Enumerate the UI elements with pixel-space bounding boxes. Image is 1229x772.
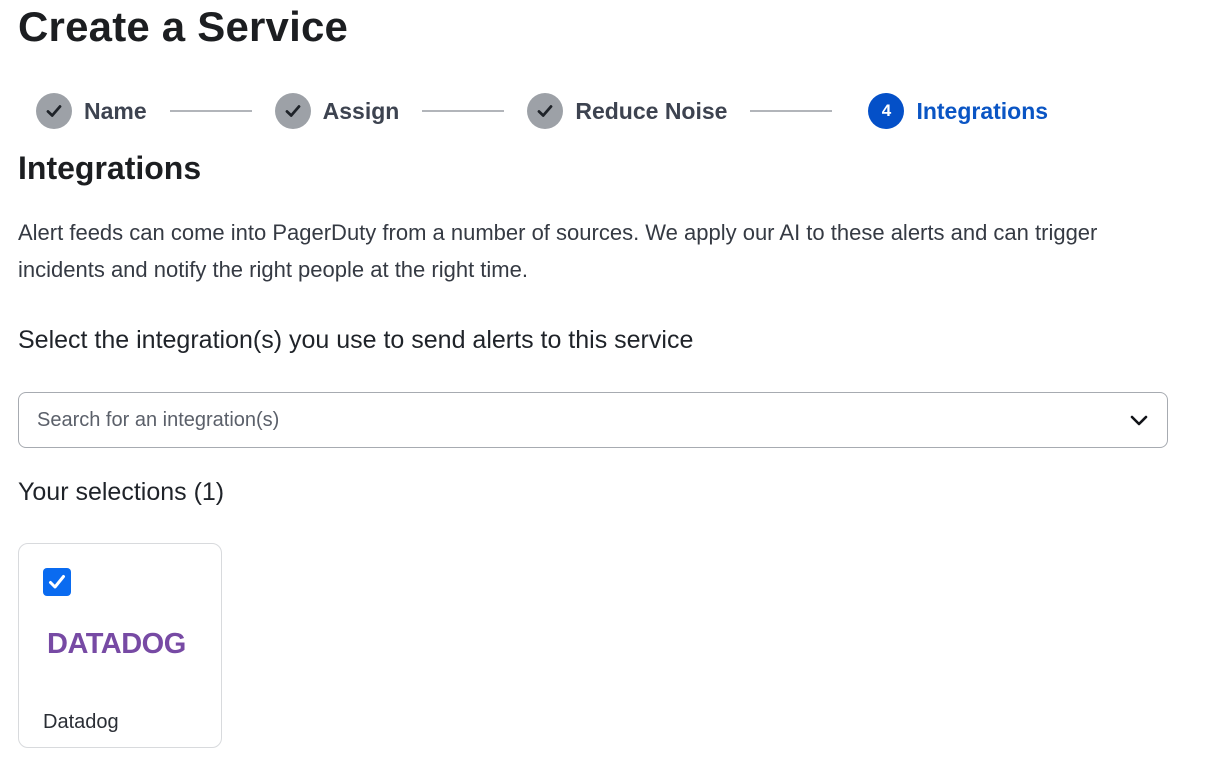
step-assign[interactable]: Assign <box>274 93 400 129</box>
integration-card-datadog[interactable]: DATADOG Datadog <box>18 543 222 748</box>
step-number-badge: 4 <box>868 93 905 129</box>
step-connector <box>169 110 252 112</box>
step-label: Reduce Noise <box>575 97 728 124</box>
integration-search-input[interactable] <box>19 393 1111 447</box>
selections-heading: Your selections (1) <box>18 478 225 506</box>
chevron-down-icon[interactable] <box>1111 392 1167 448</box>
step-label: Integrations <box>916 97 1049 124</box>
create-service-page: Create a Service Name Assign Reduce Nois… <box>0 0 1229 772</box>
step-connector <box>422 110 505 112</box>
datadog-logo: DATADOG <box>47 628 186 660</box>
page-title: Create a Service <box>18 3 349 50</box>
step-complete-check-icon <box>527 93 564 129</box>
step-label: Assign <box>322 97 400 124</box>
integration-search-combobox[interactable] <box>18 392 1168 448</box>
step-name[interactable]: Name <box>36 93 147 129</box>
section-title: Integrations <box>18 150 202 186</box>
section-description: Alert feeds can come into PagerDuty from… <box>18 220 1098 282</box>
step-label: Name <box>84 97 147 124</box>
step-complete-check-icon <box>36 93 72 129</box>
step-connector <box>750 110 833 112</box>
step-reduce-noise[interactable]: Reduce Noise <box>527 93 727 129</box>
step-complete-check-icon <box>274 93 311 129</box>
integration-checkbox[interactable] <box>43 568 71 596</box>
select-integrations-heading: Select the integration(s) you use to sen… <box>18 326 694 354</box>
check-icon <box>49 575 65 589</box>
stepper: Name Assign Reduce Noise 4 Integrations <box>36 92 1048 130</box>
integration-name: Datadog <box>43 711 119 733</box>
step-integrations[interactable]: 4 Integrations <box>868 93 1048 129</box>
